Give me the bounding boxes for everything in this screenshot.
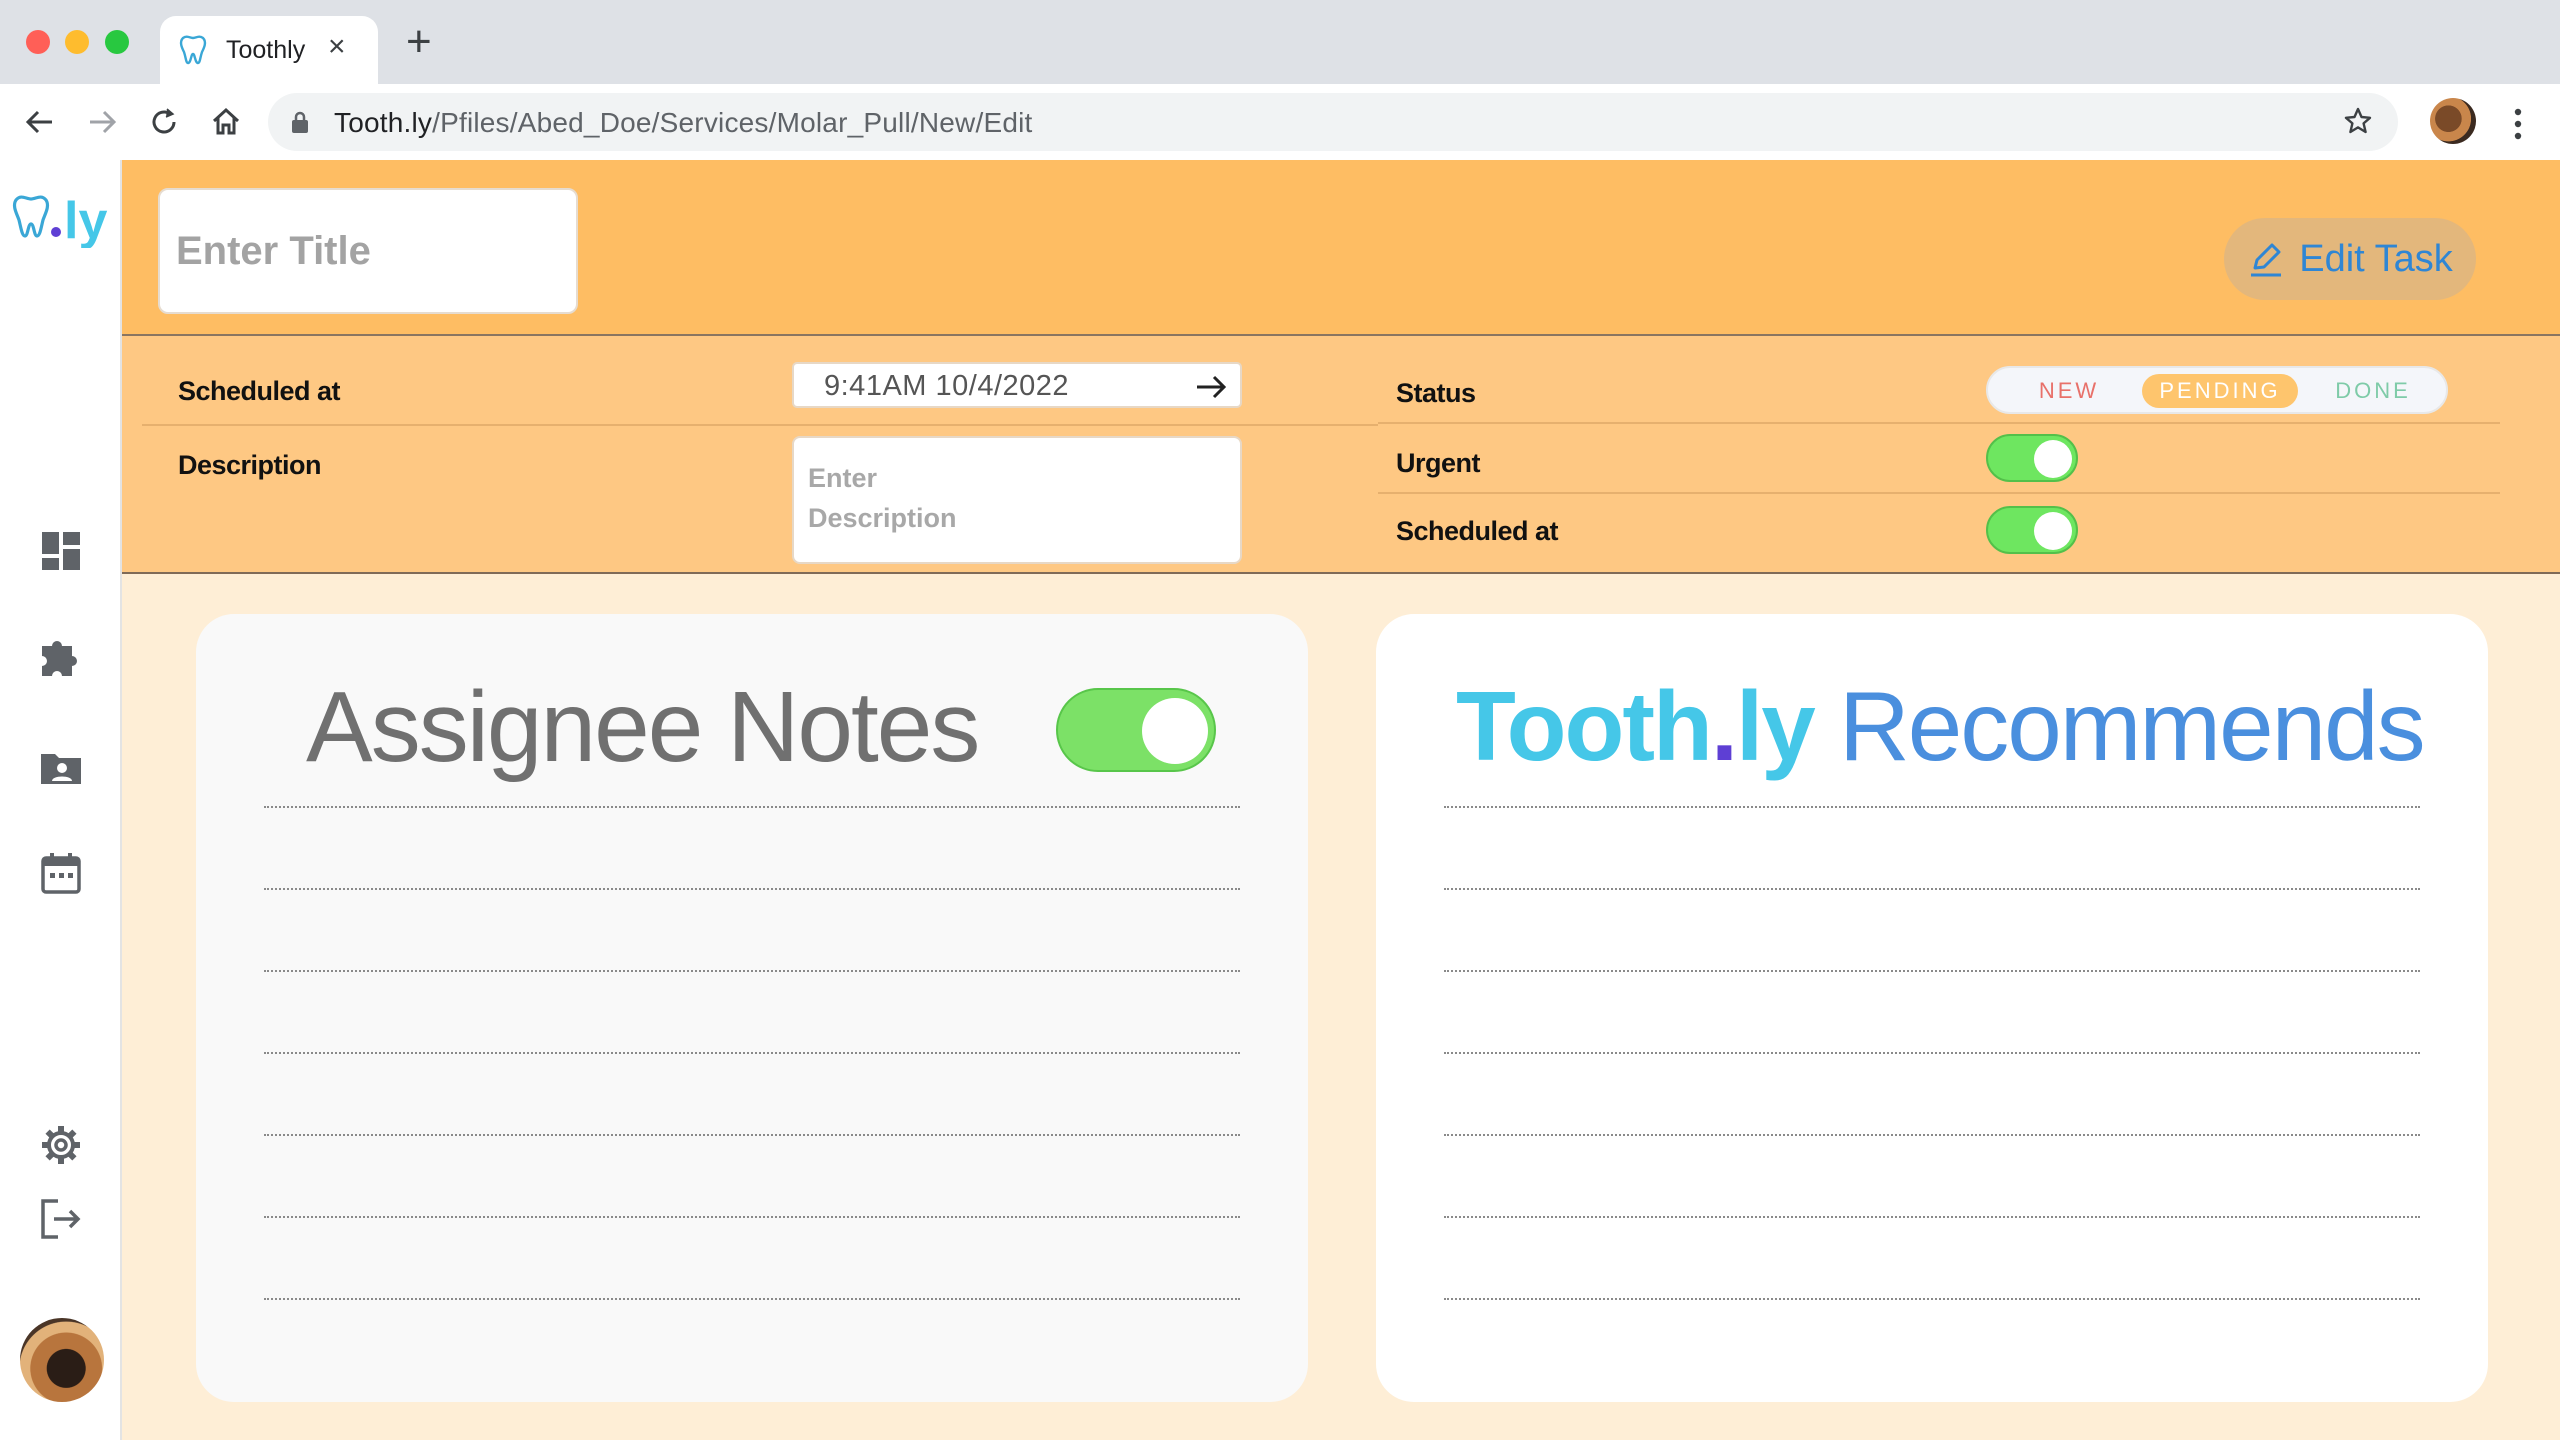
note-line bbox=[264, 1216, 1240, 1218]
divider bbox=[142, 424, 1378, 426]
title-input[interactable] bbox=[158, 188, 578, 314]
tab-title: Toothly bbox=[226, 36, 306, 64]
description-label: Description bbox=[178, 450, 322, 480]
assignee-notes-toggle[interactable] bbox=[1056, 688, 1216, 772]
status-option-done[interactable]: DONE bbox=[2316, 374, 2430, 408]
bookmark-star-icon[interactable] bbox=[2342, 105, 2374, 137]
note-line bbox=[264, 970, 1240, 972]
scheduled-datetime-field[interactable]: 9:41AM 10/4/2022 bbox=[792, 362, 1242, 408]
status-label: Status bbox=[1396, 378, 1476, 408]
toggle-knob bbox=[2034, 512, 2072, 550]
svg-text:ly: ly bbox=[64, 192, 107, 248]
toothly-logo[interactable]: ly bbox=[12, 188, 116, 248]
settings-icon[interactable] bbox=[38, 1122, 84, 1168]
urgent-toggle[interactable] bbox=[1986, 434, 2078, 482]
note-line bbox=[264, 1052, 1240, 1054]
note-line bbox=[264, 1298, 1240, 1300]
note-line bbox=[264, 888, 1240, 890]
recommend-line bbox=[1444, 888, 2420, 890]
tab-close-icon[interactable]: × bbox=[328, 32, 346, 62]
task-header: Edit Task bbox=[122, 160, 2560, 336]
recommend-line bbox=[1444, 1216, 2420, 1218]
app-sidebar: ly bbox=[0, 160, 122, 1440]
description-input[interactable] bbox=[792, 436, 1242, 564]
recommend-line bbox=[1444, 1134, 2420, 1136]
window-zoom-button[interactable] bbox=[105, 30, 129, 54]
assignee-notes-card: Assignee Notes bbox=[196, 614, 1308, 1402]
dashboard-icon[interactable] bbox=[38, 528, 84, 574]
arrow-right-icon[interactable] bbox=[1194, 370, 1228, 404]
browser-profile-avatar[interactable] bbox=[2430, 98, 2476, 144]
edit-task-button[interactable]: Edit Task bbox=[2224, 218, 2476, 300]
task-details: Scheduled at 9:41AM 10/4/2022 Descriptio… bbox=[122, 336, 2560, 574]
scheduled-datetime-value: 9:41AM 10/4/2022 bbox=[824, 370, 1070, 402]
browser-tab-bar: Toothly × + bbox=[0, 0, 2560, 84]
assignee-notes-title: Assignee Notes bbox=[306, 671, 980, 783]
toggle-knob bbox=[2034, 440, 2072, 478]
divider bbox=[1378, 492, 2500, 494]
home-icon[interactable] bbox=[208, 104, 244, 140]
browser-toolbar: Tooth.ly/Pfiles/Abed_Doe/Services/Molar_… bbox=[0, 84, 2560, 160]
url-host: Tooth.ly bbox=[334, 107, 433, 138]
rec-brand-suffix: ly bbox=[1736, 671, 1816, 781]
scheduled-toggle[interactable] bbox=[1986, 506, 2078, 554]
divider bbox=[1378, 422, 2500, 424]
recommend-line bbox=[1444, 1052, 2420, 1054]
rec-dot: . bbox=[1710, 671, 1738, 781]
status-option-pending[interactable]: PENDING bbox=[2142, 374, 2298, 408]
patient-folder-icon[interactable] bbox=[38, 744, 84, 790]
browser-menu-icon[interactable] bbox=[2507, 106, 2529, 142]
note-line bbox=[264, 1134, 1240, 1136]
edit-task-label: Edit Task bbox=[2299, 237, 2453, 280]
puzzle-icon[interactable] bbox=[38, 634, 84, 680]
url-text: Tooth.ly/Pfiles/Abed_Doe/Services/Molar_… bbox=[334, 107, 1033, 139]
recommend-lines bbox=[1444, 806, 2420, 1380]
main-content: Edit Task Scheduled at 9:41AM 10/4/2022 … bbox=[122, 160, 2560, 1440]
status-segmented-control: NEW PENDING DONE bbox=[1986, 366, 2448, 414]
back-icon[interactable] bbox=[22, 104, 58, 140]
reload-icon[interactable] bbox=[146, 104, 182, 140]
recommend-line bbox=[1444, 806, 2420, 808]
note-line bbox=[264, 806, 1240, 808]
pencil-icon bbox=[2251, 243, 2282, 277]
toggle-knob bbox=[1142, 698, 1208, 764]
urgent-label: Urgent bbox=[1396, 448, 1481, 478]
logout-icon[interactable] bbox=[38, 1196, 84, 1242]
user-avatar[interactable] bbox=[20, 1318, 104, 1402]
window-minimize-button[interactable] bbox=[65, 30, 89, 54]
calendar-icon[interactable] bbox=[38, 850, 84, 896]
forward-icon[interactable] bbox=[84, 104, 120, 140]
rec-word: Recommends bbox=[1839, 671, 2426, 781]
window-close-button[interactable] bbox=[26, 30, 50, 54]
lock-icon bbox=[292, 111, 308, 133]
url-path: /Pfiles/Abed_Doe/Services/Molar_Pull/New… bbox=[432, 107, 1033, 138]
recommends-title: Tooth.ly Recommends bbox=[1456, 670, 2426, 783]
browser-tab[interactable]: Toothly × bbox=[160, 16, 378, 84]
recommend-line bbox=[1444, 970, 2420, 972]
scheduled-label: Scheduled at bbox=[178, 376, 341, 406]
address-bar[interactable]: Tooth.ly/Pfiles/Abed_Doe/Services/Molar_… bbox=[268, 93, 2398, 151]
scheduled-toggle-label: Scheduled at bbox=[1396, 516, 1559, 546]
notes-lines[interactable] bbox=[264, 806, 1240, 1380]
recommend-line bbox=[1444, 1298, 2420, 1300]
new-tab-button[interactable]: + bbox=[406, 20, 432, 64]
status-option-new[interactable]: NEW bbox=[2014, 374, 2124, 408]
tooth-favicon-icon bbox=[179, 35, 207, 65]
recommends-card: Tooth.ly Recommends bbox=[1376, 614, 2488, 1402]
rec-brand: Tooth bbox=[1456, 671, 1713, 781]
